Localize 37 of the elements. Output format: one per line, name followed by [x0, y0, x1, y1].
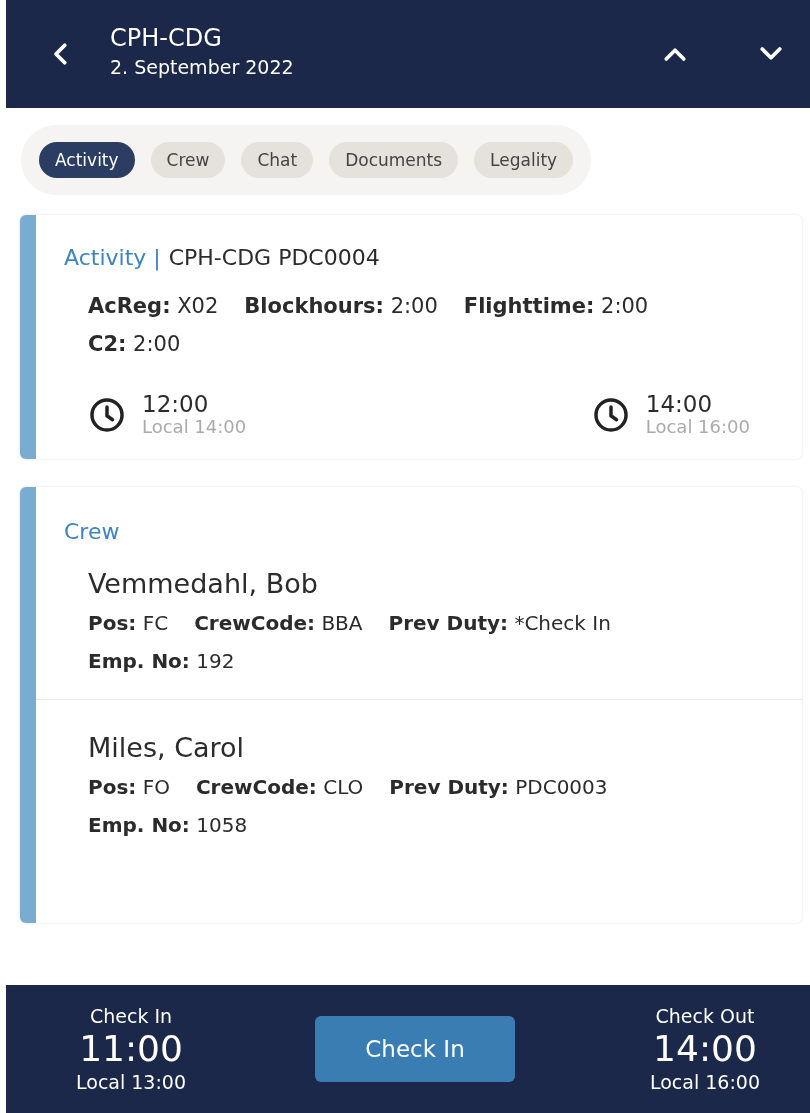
check-in-button[interactable]: Check In [315, 1016, 515, 1082]
local-time: Local 16:00 [649, 1071, 760, 1093]
field-text: C2: 2:00 [88, 332, 181, 356]
field-text: Blockhours: 2:00 [244, 294, 438, 318]
date-subtitle: 2. September 2022 [110, 55, 295, 80]
tab[interactable]: Legality [474, 142, 574, 178]
tab[interactable]: Activity [39, 142, 135, 178]
local-time: Local 16:00 [645, 416, 750, 437]
field-text: Emp. No: 192 [88, 649, 235, 673]
local-time: Local 14:00 [142, 416, 247, 437]
time-text: 11:00 [78, 1027, 184, 1071]
tab[interactable]: Crew [150, 142, 226, 178]
clock-icon [591, 395, 630, 434]
field-text: Prev Duty: *Check In [388, 611, 611, 635]
time-text: 12:00 [142, 392, 210, 416]
crew-name: Vemmedahl, Bob [87, 568, 319, 599]
activity-title: CPH-CDG PDC0004 [168, 245, 380, 270]
clock-icon [88, 395, 126, 434]
tab[interactable]: Chat [241, 142, 314, 178]
field-text: AcReg: X02 [88, 294, 219, 318]
field-text: CrewCode: BBA [194, 611, 363, 635]
time-label: Check Out [654, 1005, 756, 1027]
local-time: Local 13:00 [76, 1071, 187, 1093]
field-text: Pos: FO [88, 775, 170, 799]
field-text: Pos: FC [88, 611, 169, 635]
field-text: Prev Duty: PDC0003 [389, 775, 608, 799]
time-text: 14:00 [645, 392, 714, 416]
section-label: Crew [64, 519, 120, 544]
crew-name: Miles, Carol [87, 732, 246, 763]
route-title: CPH-CDG [110, 23, 223, 53]
time-label: Check In [88, 1005, 174, 1027]
field-text: Emp. No: 1058 [88, 813, 248, 837]
field-text: CrewCode: CLO [195, 775, 364, 799]
field-text: Flighttime: 2:00 [463, 294, 649, 318]
time-text: 14:00 [652, 1027, 758, 1071]
section-label: Activity | [64, 245, 161, 270]
tab[interactable]: Documents [329, 142, 459, 178]
